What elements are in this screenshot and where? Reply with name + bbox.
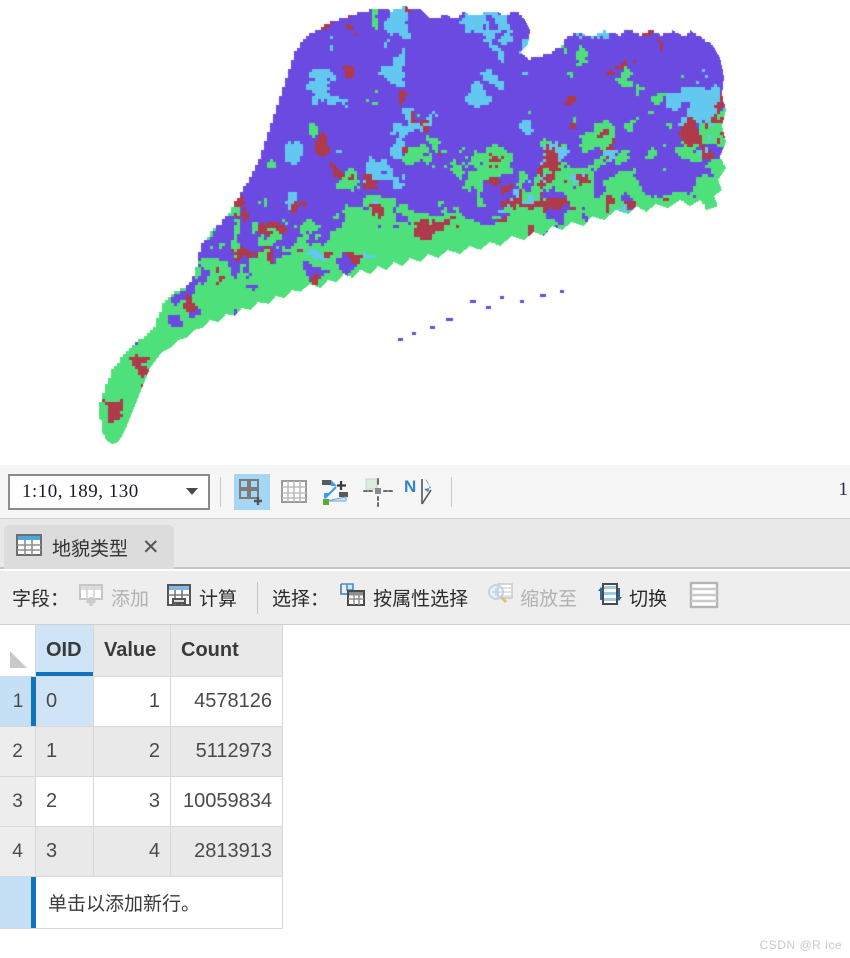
corner-triangle-icon <box>10 651 27 668</box>
cell-oid[interactable]: 3 <box>36 827 94 877</box>
tab-label: 地貌类型 <box>52 538 129 560</box>
cell-count[interactable]: 5112973 <box>171 727 283 777</box>
zoom-to-icon <box>486 582 514 613</box>
table-row[interactable]: 4 3 4 2813913 <box>0 827 850 877</box>
close-icon[interactable]: ✕ <box>142 537 160 558</box>
switch-selection-icon <box>595 582 623 613</box>
scale-value: 1:10, 189, 130 <box>22 480 139 502</box>
table-toolbar: 字段： 添加 计算 选择： 按属性选择 缩放至 切换 <box>0 571 850 625</box>
column-header-count[interactable]: Count <box>171 625 283 677</box>
add-layout-grid-icon[interactable] <box>234 473 270 510</box>
calculate-label: 计算 <box>199 589 238 610</box>
cell-oid[interactable]: 2 <box>36 777 94 827</box>
cell-value[interactable]: 1 <box>94 677 171 727</box>
select-by-attributes-button[interactable]: 按属性选择 <box>339 582 468 613</box>
zoom-to-label: 缩放至 <box>520 589 578 610</box>
measure-icon[interactable] <box>318 474 354 510</box>
calculate-field-button[interactable]: 计算 <box>167 583 237 612</box>
table-row[interactable]: 2 1 2 5112973 <box>0 727 850 777</box>
attribute-table[interactable]: OID Value Count 1 0 1 4578126 2 1 2 5112… <box>0 625 850 958</box>
row-header[interactable]: 2 <box>0 727 36 777</box>
table-icon <box>16 533 42 562</box>
cell-count[interactable]: 10059834 <box>171 777 283 827</box>
add-new-row-label[interactable]: 单击以添加新行。 <box>36 877 283 929</box>
cell-value[interactable]: 4 <box>94 827 171 877</box>
selection-group-label: 选择： <box>272 589 330 610</box>
cell-count[interactable]: 4578126 <box>171 677 283 727</box>
rows-list-icon <box>689 581 719 614</box>
table-header-row: OID Value Count <box>0 625 850 677</box>
map-panel[interactable] <box>0 0 850 465</box>
north-arrow-icon[interactable]: N <box>402 474 438 510</box>
tab-landform-type[interactable]: 地貌类型 ✕ <box>4 525 174 569</box>
cell-value[interactable]: 2 <box>94 727 171 777</box>
switch-label: 切换 <box>629 589 668 610</box>
watermark: CSDN @R ice <box>759 938 842 952</box>
divider <box>220 476 221 507</box>
snapping-icon[interactable] <box>360 474 396 510</box>
row-header[interactable] <box>0 877 36 929</box>
table-tabbar: 地貌类型 ✕ <box>0 519 850 569</box>
select-by-attributes-label: 按属性选择 <box>373 589 469 610</box>
switch-selection-button[interactable]: 切换 <box>595 582 667 613</box>
cell-value[interactable]: 3 <box>94 777 171 827</box>
column-header-oid[interactable]: OID <box>36 625 94 677</box>
add-field-icon <box>79 583 105 612</box>
cell-oid[interactable]: 0 <box>36 677 94 727</box>
row-header[interactable]: 3 <box>0 777 36 827</box>
svg-text:N: N <box>404 477 416 496</box>
landform-raster-map[interactable] <box>0 0 850 465</box>
cell-oid[interactable]: 1 <box>36 727 94 777</box>
select-by-attributes-icon <box>339 582 367 613</box>
show-all-rows-button[interactable] <box>689 581 725 614</box>
zoom-to-selection-button[interactable]: 缩放至 <box>486 582 577 613</box>
column-header-value[interactable]: Value <box>94 625 171 677</box>
scalebar-right-value: 1 <box>838 479 849 500</box>
add-new-row[interactable]: 单击以添加新行。 <box>0 877 850 929</box>
add-field-label: 添加 <box>111 589 150 610</box>
add-field-button[interactable]: 添加 <box>79 583 149 612</box>
calculate-icon <box>167 583 193 612</box>
cell-count[interactable]: 2813913 <box>171 827 283 877</box>
chevron-down-icon[interactable] <box>186 488 198 495</box>
select-all-corner[interactable] <box>0 625 36 677</box>
scale-combobox[interactable]: 1:10, 189, 130 <box>8 473 210 510</box>
map-status-bar: 1:10, 189, 130 N 1 <box>0 465 850 519</box>
arcgis-pro-window: 1:10, 189, 130 N 1 地貌类型 ✕ 字段： 添加 计算 选择： … <box>0 0 850 958</box>
divider <box>257 581 259 614</box>
fields-group-label: 字段： <box>12 589 70 610</box>
divider <box>451 476 452 507</box>
row-header[interactable]: 4 <box>0 827 36 877</box>
grid-icon[interactable] <box>276 474 312 510</box>
row-header[interactable]: 1 <box>0 677 36 727</box>
table-row[interactable]: 3 2 3 10059834 <box>0 777 850 827</box>
table-row[interactable]: 1 0 1 4578126 <box>0 677 850 727</box>
